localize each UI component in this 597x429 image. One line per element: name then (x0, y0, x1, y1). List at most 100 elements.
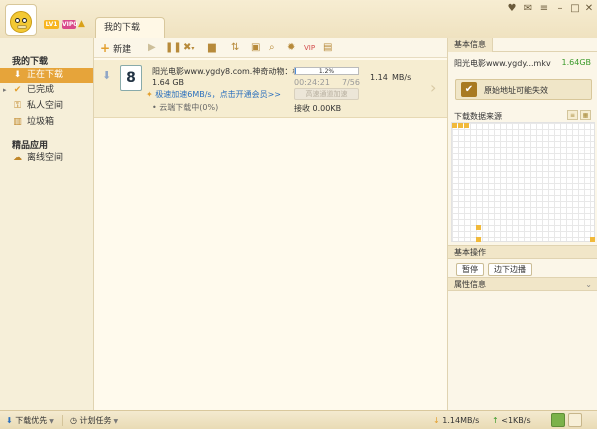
close-icon[interactable]: ✕ (582, 3, 596, 14)
clock-icon: ◷ (70, 416, 77, 425)
upgrade-arrow-icon: ▲ (78, 19, 85, 29)
download-list: ⬇ 8 阳光电影www.ygdy8.com.神奇动物：格... 1.64 GB … (94, 58, 447, 410)
skin-icon[interactable]: ♥ (505, 3, 519, 14)
trash-icon: ▥ (13, 117, 22, 127)
sort-icon[interactable]: ⇅ (231, 38, 239, 58)
minimize-icon[interactable]: – (553, 3, 567, 14)
download-icon: ⬇ (13, 70, 22, 80)
file-size: 1.64 GB (152, 78, 185, 87)
sidebar-item-completed[interactable]: ▸ ✔ 已完成 (0, 83, 93, 98)
sidebar-item-private[interactable]: ⚿ 私人空间 (0, 99, 93, 114)
speed-mode-icon[interactable] (551, 413, 565, 427)
attr-header[interactable]: 属性信息 ⌄ (448, 277, 597, 291)
sidebar-item-label: 离线空间 (27, 153, 64, 163)
new-task-button[interactable]: + 新建 (100, 38, 131, 58)
downloaded-block (458, 123, 463, 128)
chevron-down-icon: ▼ (49, 418, 54, 425)
gear-icon[interactable]: ✹ (287, 38, 295, 58)
file-type-icon: 8 (120, 65, 142, 91)
source-count: 7/56 (342, 78, 360, 87)
sidebar-item-label: 正在下载 (27, 70, 64, 80)
sources-title: 下载数据来源 (454, 112, 502, 121)
priority-icon: ⬇ (6, 416, 13, 425)
received-amount: 接收 0.00KB (294, 104, 342, 113)
check-icon: ✔ (461, 82, 477, 97)
rocket-icon: ✦ (146, 90, 153, 99)
duck-avatar-icon (10, 11, 32, 33)
progress-text: 1.2% (318, 68, 335, 75)
sidebar: 我的下载 ⬇ 正在下载 ▸ ✔ 已完成 ⚿ 私人空间 ▥ 垃圾箱 精品应用 ☁ … (0, 38, 94, 410)
attr-title: 属性信息 (454, 280, 486, 289)
avatar[interactable] (5, 4, 37, 36)
downloaded-block (590, 237, 595, 242)
chevron-right-icon[interactable]: › (430, 78, 436, 97)
speed-unit: MB/s (392, 73, 412, 82)
level-badge[interactable]: LV1 (44, 20, 59, 29)
high-speed-channel-button[interactable]: 高速通道加速 (294, 88, 359, 100)
chevron-down-icon: ▼ (113, 418, 119, 425)
sidebar-item-trash[interactable]: ▥ 垃圾箱 (0, 115, 93, 130)
play-while-download-button[interactable]: 边下边播 (488, 263, 532, 276)
scheduled-tasks-dropdown[interactable]: ◷ 计划任务 ▼ (70, 411, 118, 429)
vip-badge[interactable]: VIP0 (62, 20, 77, 29)
toolbar: + 新建 ▶ ❚❚ ✖▾ ▆ ⇅ ▣ ⌕ ✹ VIP ▤ (94, 38, 447, 58)
detail-panel: 基本信息 阳光电影www.ygdy...mkv 1.64GB ✔ 原始地址可能失… (447, 38, 597, 410)
start-button[interactable]: ▶ (148, 38, 156, 58)
sidebar-item-offline[interactable]: ☁ 离线空间 (0, 151, 93, 166)
downloaded-block (476, 225, 481, 230)
cloud-status: • 云端下载中(0%) (152, 103, 219, 112)
sidebar-item-downloading[interactable]: ⬇ 正在下载 (0, 68, 93, 83)
folder-icon[interactable]: ▆ (208, 38, 216, 58)
detail-file-name: 阳光电影www.ygdy...mkv (454, 59, 551, 68)
delete-button[interactable]: ✖▾ (183, 38, 194, 58)
list-view-icon[interactable]: ≡ (567, 110, 578, 120)
lock-icon: ⚿ (14, 101, 21, 111)
tab-my-downloads[interactable]: 我的下载 (95, 17, 165, 38)
maximize-icon[interactable]: □ (568, 3, 582, 14)
ops-title: 基本操作 (454, 248, 486, 257)
grid-view-icon[interactable]: ▦ (580, 110, 591, 120)
download-priority-dropdown[interactable]: ⬇ 下载优先 ▼ (6, 411, 54, 429)
mail-icon[interactable]: ✉ (521, 3, 535, 14)
check-icon: ✔ (13, 85, 22, 95)
floating-window-icon[interactable] (568, 413, 582, 427)
elapsed-time: 00:24:21 (294, 78, 330, 87)
cloud-icon: ☁ (13, 153, 22, 163)
progress-bar: 1.2% (294, 67, 359, 75)
ops-header: 基本操作 (448, 245, 597, 259)
pause-task-button[interactable]: 暂停 (456, 263, 484, 276)
downloaded-block (452, 123, 457, 128)
warning-text: 原始地址可能失效 (484, 86, 548, 95)
downloaded-block (464, 123, 469, 128)
chevron-down-icon[interactable]: ⌄ (585, 278, 592, 292)
down-arrow-icon: ↓ (433, 416, 440, 425)
menu-icon[interactable]: ≡ (537, 3, 551, 14)
tab-basic-info[interactable]: 基本信息 (448, 38, 493, 52)
sidebar-item-label: 已完成 (27, 85, 55, 95)
block-map (451, 122, 595, 242)
vip-icon[interactable]: VIP (304, 38, 315, 58)
search-icon[interactable]: ⌕ (269, 38, 275, 58)
sidebar-item-label: 私人空间 (27, 101, 64, 111)
list-item[interactable]: ⬇ 8 阳光电影www.ygdy8.com.神奇动物：格... 1.64 GB … (94, 60, 447, 118)
status-bar: ⬇ 下载优先 ▼ ◷ 计划任务 ▼ ↓ 1.14MB/s ↑ <1KB/s (0, 410, 597, 429)
up-arrow-icon: ↑ (492, 416, 499, 425)
expand-caret-icon[interactable]: ▸ (3, 83, 7, 98)
file-name: 阳光电影www.ygdy8.com.神奇动物：格... (152, 67, 308, 76)
sidebar-item-label: 垃圾箱 (27, 117, 55, 127)
detail-file-size: 1.64GB (561, 58, 592, 67)
apps-title: 精品应用 (12, 141, 49, 151)
downloaded-block (476, 237, 481, 242)
title-bar: LV1 VIP0 ▲ 我的下载 ♥ ✉ ≡ – □ ✕ (0, 0, 597, 38)
info-icon[interactable]: ▣ (251, 38, 260, 58)
pause-button[interactable]: ❚❚ (165, 38, 182, 58)
calendar-icon[interactable]: ▤ (323, 38, 332, 58)
upload-speed-status: ↑ <1KB/s (492, 416, 531, 425)
vip-accelerate-link[interactable]: ✦ 极速加速6MB/s，点击开通会员>> (146, 89, 281, 100)
source-warning: ✔ 原始地址可能失效 (455, 79, 592, 100)
download-speed: 1.14 (370, 73, 388, 82)
my-downloads-title: 我的下载 (12, 57, 49, 67)
downloading-arrow-icon: ⬇ (102, 69, 112, 82)
basic-info-header: 基本信息 (448, 38, 597, 52)
plus-icon: + (100, 41, 111, 55)
